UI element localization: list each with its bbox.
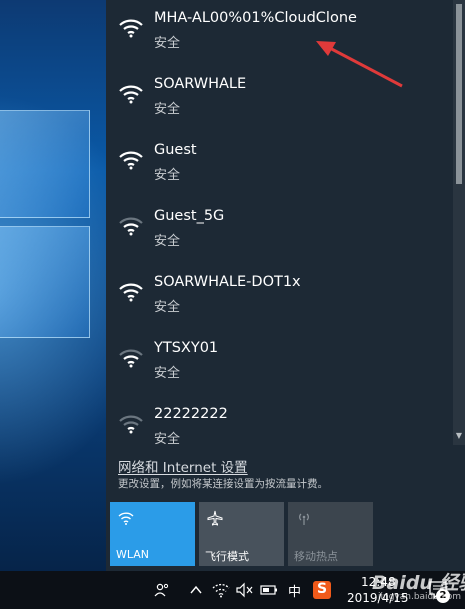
wifi-icon — [119, 151, 143, 170]
network-flyout: MHA-AL00%01%CloudClone 安全 SOARWHALE 安全 G… — [106, 0, 465, 571]
hotspot-icon — [299, 513, 309, 525]
network-security: 安全 — [154, 300, 181, 315]
scrollbar-thumb[interactable] — [456, 4, 462, 184]
network-settings-link[interactable]: 网络和 Internet 设置 — [118, 456, 248, 476]
sogou-icon[interactable]: S — [313, 581, 331, 599]
network-ssid: Guest_5G — [154, 208, 225, 224]
network-list-scrollbar[interactable]: ▼ — [453, 0, 465, 445]
network-ssid: SOARWHALE-DOT1x — [154, 274, 301, 290]
wlan-tile-label: WLAN — [116, 548, 150, 561]
network-security: 安全 — [154, 366, 181, 381]
network-ssid: SOARWHALE — [154, 76, 247, 92]
network-security: 安全 — [154, 168, 181, 183]
annotation-arrow-icon — [316, 41, 403, 88]
airplane-tile-label: 飞行模式 — [205, 550, 249, 563]
airplane-mode-tile[interactable]: 飞行模式 — [199, 502, 284, 566]
windows-logo-pane-top — [0, 110, 90, 218]
wifi-icon — [118, 512, 134, 525]
wifi-icon — [119, 415, 143, 434]
airplane-icon — [207, 510, 223, 526]
network-security: 安全 — [154, 234, 181, 249]
battery-icon[interactable] — [260, 583, 278, 597]
wifi-icon — [119, 85, 143, 104]
network-security: 安全 — [154, 36, 181, 51]
baidu-watermark-url: jingyan.baidu.com — [378, 592, 462, 602]
network-security: 安全 — [154, 432, 181, 445]
people-icon[interactable] — [154, 582, 170, 598]
network-item[interactable]: SOARWHALE-DOT1x 安全 — [106, 264, 453, 330]
network-item[interactable]: YTSXY01 安全 — [106, 330, 453, 396]
network-item[interactable]: Guest_5G 安全 — [106, 198, 453, 264]
network-item[interactable]: 22222222 安全 — [106, 396, 453, 445]
wlan-toggle-tile[interactable]: WLAN — [110, 502, 195, 566]
mobile-hotspot-tile[interactable]: 移动热点 — [288, 502, 373, 566]
hotspot-tile-label: 移动热点 — [294, 550, 338, 563]
wifi-icon — [119, 349, 143, 368]
baidu-watermark: Baidu 经验 — [372, 572, 465, 594]
sogou-icon-label: S — [317, 581, 328, 597]
wifi-icon[interactable] — [212, 582, 230, 598]
ime-indicator[interactable]: 中 — [288, 581, 301, 600]
network-item[interactable]: Guest 安全 — [106, 132, 453, 198]
network-settings-description: 更改设置，例如将某连接设置为按流量计费。 — [118, 478, 328, 490]
network-ssid: 22222222 — [154, 406, 228, 422]
desktop-background — [0, 0, 106, 571]
scroll-down-arrow-icon[interactable]: ▼ — [453, 430, 465, 442]
wifi-icon — [119, 283, 143, 302]
windows-logo-pane-bottom — [0, 226, 90, 338]
wifi-icon — [119, 19, 143, 38]
network-ssid: YTSXY01 — [154, 340, 219, 356]
network-security: 安全 — [154, 102, 181, 117]
volume-mute-icon[interactable] — [236, 582, 254, 598]
wifi-icon — [119, 217, 143, 236]
network-ssid: Guest — [154, 142, 197, 158]
chevron-up-icon[interactable] — [190, 585, 202, 595]
network-ssid: MHA-AL00%01%CloudClone — [154, 10, 357, 26]
